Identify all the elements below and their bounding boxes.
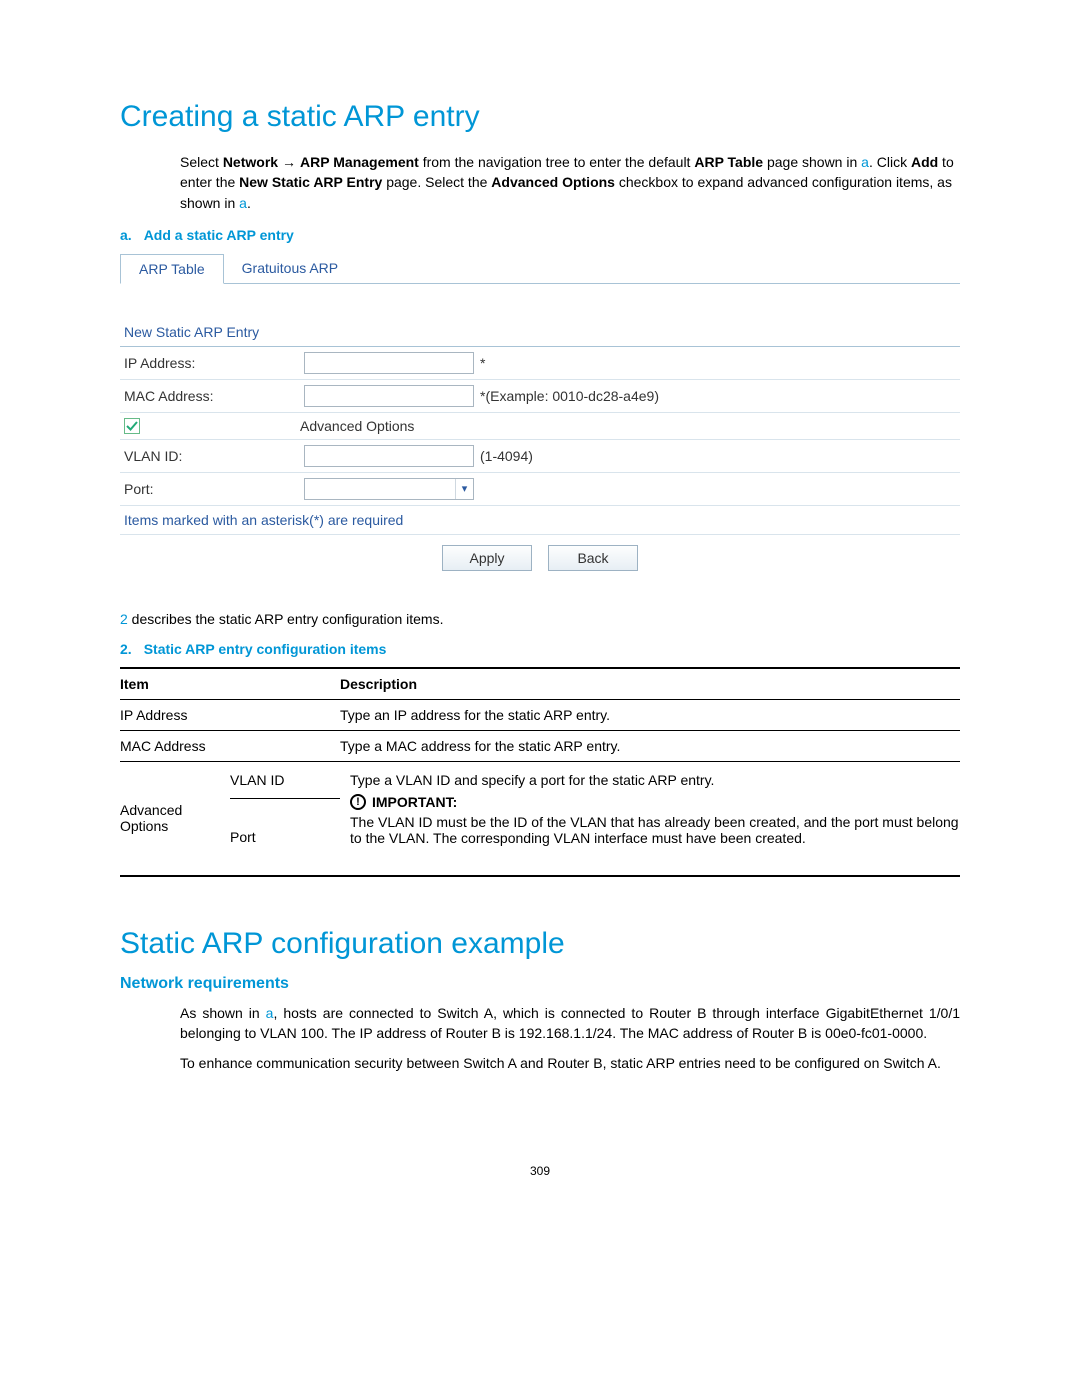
figure-caption-a: a. Add a static ARP entry	[120, 227, 960, 243]
arp-form-screenshot: ARP Table Gratuitous ARP New Static ARP …	[120, 253, 960, 581]
port-select[interactable]: ▾	[304, 478, 474, 500]
cell-adv-vlan: VLAN ID	[230, 762, 340, 799]
intro-end: .	[247, 195, 251, 211]
row-port: Port: ▾	[120, 473, 960, 506]
ip-hint: *	[480, 355, 485, 371]
mac-input[interactable]	[304, 385, 474, 407]
xref-a2[interactable]: a	[239, 195, 247, 211]
table-caption-2: 2. Static ARP entry configuration items	[120, 641, 960, 657]
port-label: Port:	[124, 481, 304, 497]
caption-2-label: 2.	[120, 641, 132, 657]
back-button[interactable]: Back	[548, 545, 638, 571]
table-intro: 2 describes the static ARP entry configu…	[120, 611, 960, 627]
page-number: 309	[120, 1164, 960, 1178]
advanced-checkbox[interactable]	[124, 418, 140, 434]
intro-new-entry: New Static ARP Entry	[239, 174, 382, 190]
important-label: ! IMPORTANT:	[350, 794, 960, 810]
cell-adv-mid: VLAN ID Port	[230, 762, 340, 875]
vlan-hint: (1-4094)	[480, 448, 533, 464]
cell-mac-desc: Type a MAC address for the static ARP en…	[340, 738, 960, 754]
intro-add: Add	[911, 154, 938, 170]
row-vlan: VLAN ID: (1-4094)	[120, 440, 960, 473]
advanced-label: Advanced Options	[300, 418, 414, 434]
example-para1: As shown in a, hosts are connected to Sw…	[180, 1003, 960, 1044]
config-row-advanced: Advanced Options VLAN ID Port Type a VLA…	[120, 762, 960, 877]
config-table: Item Description IP Address Type an IP a…	[120, 667, 960, 877]
intro-network: Network	[223, 154, 278, 170]
th-item: Item	[120, 676, 340, 692]
mac-hint: *(Example: 0010-dc28-a4e9)	[480, 388, 659, 404]
intro-pre: Select	[180, 154, 223, 170]
xref-a1[interactable]: a	[861, 154, 869, 170]
intro-mid2: page shown in	[763, 154, 861, 170]
row-advanced: Advanced Options	[120, 413, 960, 440]
xref-2[interactable]: 2	[120, 611, 128, 627]
cell-adv-top: Type a VLAN ID and specify a port for th…	[350, 772, 960, 788]
caption-2-text: Static ARP entry configuration items	[144, 641, 387, 657]
cell-ip-item: IP Address	[120, 707, 340, 723]
intro-mid3: . Click	[869, 154, 911, 170]
intro-mid1: from the navigation tree to enter the de…	[419, 154, 695, 170]
page-h1-creating: Creating a static ARP entry	[120, 100, 960, 134]
ip-input[interactable]	[304, 352, 474, 374]
config-row-ip: IP Address Type an IP address for the st…	[120, 700, 960, 731]
mac-label: MAC Address:	[124, 388, 304, 404]
intro-arp-mgmt: ARP Management	[300, 154, 419, 170]
caption-a-label: a.	[120, 227, 132, 243]
row-ip: IP Address: *	[120, 347, 960, 380]
tab-gratuitous-arp[interactable]: Gratuitous ARP	[224, 254, 357, 284]
vlan-label: VLAN ID:	[124, 448, 304, 464]
important-text: IMPORTANT:	[372, 794, 457, 810]
check-icon	[126, 420, 138, 432]
caption-a-text: Add a static ARP entry	[144, 227, 294, 243]
config-row-mac: MAC Address Type a MAC address for the s…	[120, 731, 960, 762]
cell-ip-desc: Type an IP address for the static ARP en…	[340, 707, 960, 723]
cell-adv-port: Port	[230, 799, 340, 875]
tab-arp-table[interactable]: ARP Table	[120, 254, 224, 284]
intro-arp-table: ARP Table	[694, 154, 763, 170]
cell-mac-item: MAC Address	[120, 738, 340, 754]
arrow-icon: →	[278, 154, 300, 170]
example-para2: To enhance communication security betwee…	[180, 1053, 960, 1073]
apply-button[interactable]: Apply	[442, 545, 532, 571]
cell-adv-desc: Type a VLAN ID and specify a port for th…	[340, 762, 960, 875]
intro-paragraph: Select Network→ARP Management from the n…	[180, 152, 960, 213]
page-h1-example: Static ARP configuration example	[120, 927, 960, 961]
config-table-header: Item Description	[120, 667, 960, 700]
ip-label: IP Address:	[124, 355, 304, 371]
intro-advopt: Advanced Options	[491, 174, 615, 190]
ex-p1-rest: , hosts are connected to Switch A, which…	[180, 1005, 960, 1041]
cell-adv-left: Advanced Options	[120, 762, 230, 875]
vlan-input[interactable]	[304, 445, 474, 467]
intro-mid5: page. Select the	[382, 174, 491, 190]
cell-adv-bot: The VLAN ID must be the ID of the VLAN t…	[350, 814, 960, 846]
table-intro-rest: describes the static ARP entry configura…	[128, 611, 444, 627]
ex-p1-pre: As shown in	[180, 1005, 266, 1021]
important-icon: !	[350, 794, 366, 810]
network-req-heading: Network requirements	[120, 975, 960, 993]
chevron-down-icon: ▾	[455, 479, 473, 499]
row-mac: MAC Address: *(Example: 0010-dc28-a4e9)	[120, 380, 960, 413]
th-desc: Description	[340, 676, 960, 692]
form-heading: New Static ARP Entry	[120, 284, 960, 347]
required-note: Items marked with an asterisk(*) are req…	[120, 506, 960, 535]
